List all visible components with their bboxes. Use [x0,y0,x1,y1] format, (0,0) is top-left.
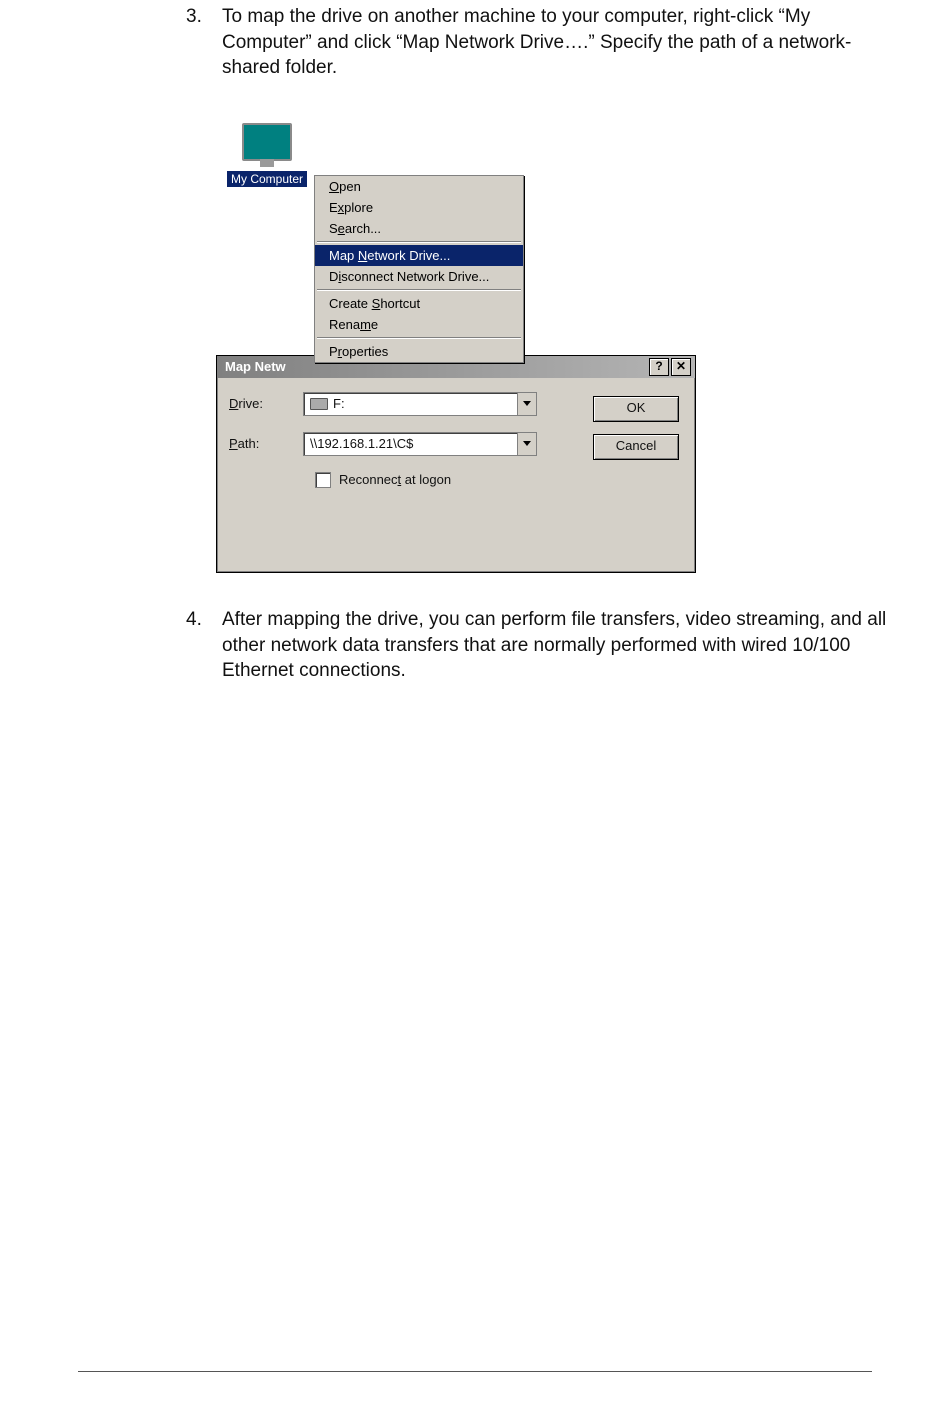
titlebar-close-button[interactable]: ✕ [671,358,691,376]
context-menu-item-map-network-drive[interactable]: Map Network Drive... [315,245,523,266]
chevron-down-icon [523,401,531,406]
figure-screenshot: My Computer Map Netw ? ✕ Drive: F: [216,123,696,551]
context-menu-item-disconnect-network-drive[interactable]: Disconnect Network Drive... [315,266,523,287]
chevron-down-icon [523,441,531,446]
step-4-text: After mapping the drive, you can perform… [222,607,902,684]
menu-separator [317,289,521,291]
titlebar-help-button[interactable]: ? [649,358,669,376]
step-4-number: 4. [186,607,222,684]
computer-icon [242,123,292,161]
menu-separator [317,337,521,339]
context-menu-item-open[interactable]: Open [315,176,523,197]
reconnect-at-logon-checkbox[interactable] [315,472,331,488]
step-3-number: 3. [186,4,222,81]
dialog-title: Map Netw [225,359,286,374]
step-3: 3. To map the drive on another machine t… [186,4,944,81]
desktop-icon-my-computer[interactable]: My Computer [220,123,314,188]
drive-icon [310,398,328,410]
cancel-button[interactable]: Cancel [593,434,679,460]
context-menu-item-create-shortcut[interactable]: Create Shortcut [315,293,523,314]
step-3-text: To map the drive on another machine to y… [222,4,902,81]
map-network-drive-dialog: Map Netw ? ✕ Drive: F: [216,355,696,573]
context-menu-item-rename[interactable]: Rename [315,314,523,335]
path-value: \\192.168.1.21\C$ [310,436,413,451]
context-menu-item-explore[interactable]: Explore [315,197,523,218]
drive-combobox[interactable]: F: [303,392,537,416]
drive-value: F: [333,396,345,411]
context-menu: Open Explore Search... Map Network Drive… [314,175,524,363]
menu-separator [317,241,521,243]
page-footer-rule [78,1371,872,1372]
context-menu-item-properties[interactable]: Properties [315,341,523,362]
context-menu-item-search[interactable]: Search... [315,218,523,239]
desktop-icon-label: My Computer [227,171,307,187]
path-label: Path: [229,436,303,451]
path-combobox[interactable]: \\192.168.1.21\C$ [303,432,537,456]
path-dropdown-arrow[interactable] [517,433,536,455]
step-4: 4. After mapping the drive, you can perf… [186,607,944,684]
ok-button[interactable]: OK [593,396,679,422]
drive-label: Drive: [229,396,303,411]
reconnect-at-logon-label: Reconnect at logon [339,472,451,487]
drive-dropdown-arrow[interactable] [517,393,536,415]
